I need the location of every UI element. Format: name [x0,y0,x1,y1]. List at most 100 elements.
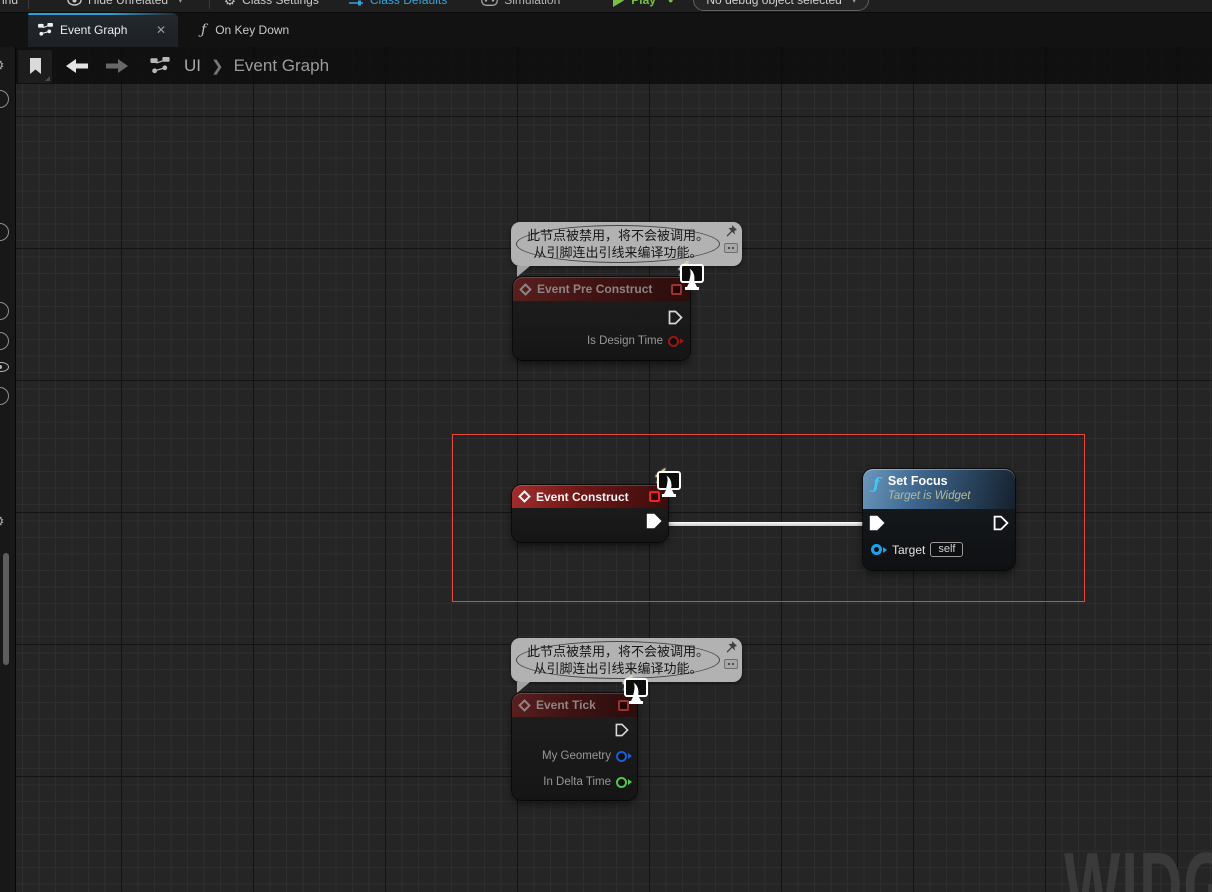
pushpin-icon[interactable] [725,225,738,239]
node-header[interactable]: Event Tick [512,693,637,717]
node-set-focus[interactable]: ƒ Set Focus Target is Widget Target self [863,469,1015,570]
tab-on-key-down[interactable]: ƒ On Key Down [193,13,297,47]
tab-on-key-down-label: On Key Down [215,23,289,37]
bookmark-button[interactable] [18,50,52,83]
node-event-tick[interactable]: Event Tick My Geometry In Delta Time [512,693,637,800]
partial-icon[interactable] [0,302,9,320]
breadcrumb-current: Event Graph [234,56,329,76]
event-graph-canvas[interactable]: UI ❯ Event Graph 此节点被禁用，将不会被调用。 从引脚连出引线来… [16,47,1212,892]
sliders-icon [349,0,364,6]
node-title: Set Focus [888,473,971,489]
event-diamond-icon [519,283,532,296]
debug-object-label: No debug object selected [706,0,841,7]
comment-oval: 此节点被禁用，将不会被调用。 从引脚连出引线来编译功能。 [516,225,720,263]
debug-object-dropdown[interactable]: No debug object selected ▾ [693,0,869,11]
function-icon: ƒ [201,22,206,38]
struct-pin-icon[interactable] [616,751,632,762]
breadcrumb-root[interactable]: UI [184,56,201,76]
node-title: Event Tick [536,698,611,712]
class-defaults-label: Class Defaults [370,0,447,7]
comment-line1: 此节点被禁用，将不会被调用。 [527,643,709,660]
hide-unrelated-caret-icon[interactable]: ▾ [178,0,183,6]
scrollbar-thumb[interactable] [3,553,9,665]
toolbar-divider [209,0,210,9]
class-settings-button[interactable]: ⚙ Class Settings [224,0,319,9]
pin-row-target[interactable]: Target self [871,542,963,557]
pin-row-my-geometry[interactable]: My Geometry [542,750,632,762]
graph-type-watermark: WIDG [1064,832,1212,892]
node-header[interactable]: Event Pre Construct [513,277,690,301]
node-event-pre-construct[interactable]: Event Pre Construct Is Design Time [513,277,690,360]
pin-row-is-design-time[interactable]: Is Design Time [587,335,684,347]
play-icon [612,0,625,7]
comment-line2: 从引脚连出引线来编译功能。 [533,660,702,677]
event-diamond-icon [518,490,531,503]
pin-label: Target [892,543,925,557]
find-button-partial[interactable]: ind [2,0,18,7]
forward-button[interactable] [106,59,128,73]
exec-out-pin[interactable] [993,515,1008,530]
object-pin-icon[interactable] [871,544,887,555]
pin-row-in-delta-time[interactable]: In Delta Time [543,776,632,788]
pin-label: My Geometry [542,750,611,762]
function-icon: ƒ [873,474,880,505]
exec-wire[interactable] [658,522,877,526]
eye-icon[interactable] [0,362,9,372]
hide-unrelated-label: Hide Unrelated [88,0,168,7]
exec-in-pin[interactable] [869,515,884,530]
gear-icon[interactable]: ⚙ [0,57,5,74]
bool-pin-icon[interactable] [668,336,684,347]
comment-dots-icon [724,659,738,669]
class-defaults-button[interactable]: Class Defaults [349,0,447,7]
node-title: Event Construct [536,490,642,504]
node-header[interactable]: ƒ Set Focus Target is Widget [863,469,1015,509]
target-self-value[interactable]: self [930,542,963,557]
pin-label: Is Design Time [587,335,663,347]
graph-icon [38,23,53,37]
editor-monitor-badge-icon: ⚡ [620,677,650,705]
gear-icon: ⚙ [224,0,237,9]
simulation-label: Simulation [504,0,560,7]
partial-icon[interactable] [0,90,9,108]
exec-out-pin[interactable] [668,310,683,325]
node-event-construct[interactable]: Event Construct [512,485,668,542]
hide-unrelated-button[interactable]: Hide Unrelated ▾ [67,0,183,7]
editor-monitor-badge-icon: ⚡ [653,470,683,498]
exec-out-pin[interactable] [615,723,630,738]
graph-icon [150,57,170,75]
close-icon[interactable]: ✕ [154,23,168,37]
chevron-down-icon: ▾ [852,0,857,6]
tab-event-graph[interactable]: Event Graph ✕ [28,13,178,47]
node-title: Event Pre Construct [537,282,664,296]
comment-dots-icon [724,243,738,253]
partial-icon[interactable] [0,332,9,350]
float-pin-icon[interactable] [616,777,632,788]
toolbar-divider [28,0,29,9]
find-label: ind [2,0,18,7]
back-button[interactable] [66,59,88,73]
comment-tail [517,682,530,693]
partial-icon[interactable] [0,387,9,405]
event-diamond-icon [518,699,531,712]
comment-line2: 从引脚连出引线来编译功能。 [533,244,702,261]
disabled-node-comment-bubble: 此节点被禁用，将不会被调用。 从引脚连出引线来编译功能。 [511,222,742,266]
play-button[interactable]: Play ● [612,0,673,7]
pin-label: In Delta Time [543,776,611,788]
comment-oval: 此节点被禁用，将不会被调用。 从引脚连出引线来编译功能。 [516,641,720,679]
node-subtitle: Target is Widget [888,489,971,504]
class-settings-label: Class Settings [242,0,319,7]
exec-out-pin[interactable] [646,513,661,528]
comment-tail [517,266,530,277]
node-header[interactable]: Event Construct [512,485,668,508]
arrow-right-icon [106,59,128,73]
gamepad-icon [481,0,498,6]
bookmark-icon [29,58,42,75]
pushpin-icon[interactable] [725,641,738,655]
play-label: Play [631,0,656,7]
partial-icon[interactable] [0,223,9,241]
blueprint-toolbar: ind Hide Unrelated ▾ ⚙ Class Settings Cl… [0,0,1212,13]
simulation-button[interactable]: Simulation [481,0,560,7]
play-options-caret-icon[interactable]: ● [668,0,673,5]
editor-monitor-badge-icon: ⚡ [676,263,706,291]
gear-icon[interactable]: ⚙ [0,513,5,530]
